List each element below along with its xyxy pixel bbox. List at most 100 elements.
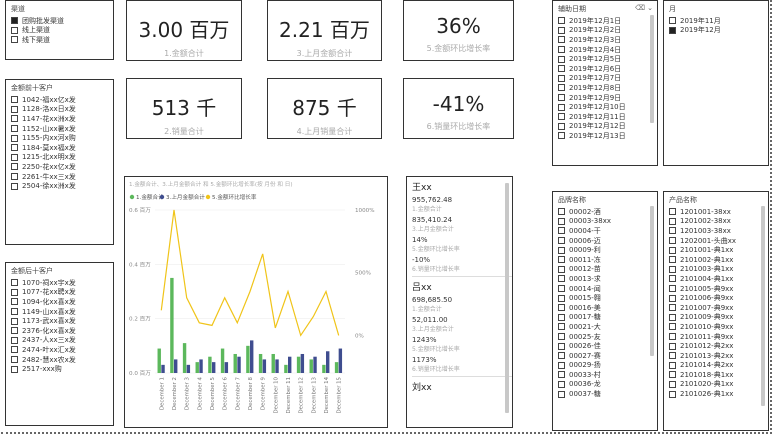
product-option[interactable]: 2101026-典1xx [669, 389, 768, 399]
month-option[interactable]: 2019年12月 [669, 26, 768, 36]
bottom10-customer-option[interactable]: 1070-祠xx宇x发 [11, 278, 113, 288]
brand-option[interactable]: 00004-干 [558, 226, 657, 236]
date-option[interactable]: 2019年12月4日 [558, 45, 657, 55]
checkbox[interactable] [669, 256, 676, 264]
top10-customer-option[interactable]: 1042-福xx亿x发 [11, 95, 113, 105]
checkbox[interactable] [669, 227, 676, 235]
brand-option[interactable]: 00025-友 [558, 332, 657, 342]
date-slicer-scrollbar[interactable] [650, 15, 654, 123]
checkbox[interactable] [558, 17, 565, 25]
checkbox[interactable] [558, 227, 565, 235]
kpi-card-volume-growth[interactable]: -41% 6.销量环比增长率 [403, 78, 514, 139]
clear-selection-icon[interactable]: ⌫ ⌄ [635, 4, 653, 14]
product-option[interactable]: 2101011-典9xx [669, 332, 768, 342]
brand-option[interactable]: 00013-求 [558, 274, 657, 284]
checkbox[interactable] [669, 390, 676, 398]
checkbox[interactable] [558, 46, 565, 54]
bottom10-customer-option[interactable]: 2376-化xx喜x发 [11, 326, 113, 336]
checkbox[interactable] [558, 36, 565, 44]
checkbox[interactable] [669, 265, 676, 273]
checkbox[interactable] [669, 380, 676, 388]
date-option[interactable]: 2019年12月8日 [558, 83, 657, 93]
checkbox[interactable] [558, 217, 565, 225]
top10-customer-option[interactable]: 2261-牛xx三x发 [11, 172, 113, 182]
channel-option[interactable]: 线下渠道 [11, 35, 113, 45]
checkbox[interactable] [11, 105, 18, 113]
checkbox[interactable] [558, 275, 565, 283]
checkbox[interactable] [558, 304, 565, 312]
checkbox[interactable] [669, 323, 676, 331]
month-option[interactable]: 2019年11月 [669, 16, 768, 26]
checkbox[interactable] [669, 208, 676, 216]
checkbox[interactable] [669, 275, 676, 283]
brand-option[interactable]: 00014-闻 [558, 284, 657, 294]
checkbox[interactable] [669, 313, 676, 321]
checkbox[interactable] [669, 371, 676, 379]
checkbox[interactable] [11, 298, 18, 306]
channel-option[interactable]: 线上渠道 [11, 26, 113, 36]
checkbox[interactable] [11, 96, 18, 104]
checkbox[interactable] [558, 256, 565, 264]
bottom10-customer-option[interactable]: 1149-山xx喜x发 [11, 307, 113, 317]
combo-chart[interactable]: 1.金额合计、3.上月金额合计 和 5.金额环比增长率(按 月份 和 日)1.金… [125, 177, 387, 427]
checkbox[interactable] [558, 352, 565, 360]
checkbox[interactable] [558, 265, 565, 273]
checkbox[interactable] [558, 113, 565, 121]
brand-option[interactable]: 00021-大 [558, 322, 657, 332]
checkbox[interactable] [11, 144, 18, 152]
brand-slicer-scrollbar[interactable] [650, 206, 654, 356]
brand-option[interactable]: 00026-佳 [558, 341, 657, 351]
product-option[interactable]: 2101013-典2xx [669, 351, 768, 361]
brand-option[interactable]: 00006-迈 [558, 236, 657, 246]
channel-option[interactable]: 团购批发渠道 [11, 16, 113, 26]
product-option[interactable]: 1201003-38xx [669, 226, 768, 236]
brand-option[interactable]: 00012-苗 [558, 265, 657, 275]
product-option[interactable]: 2101004-典1xx [669, 274, 768, 284]
bottom10-customer-option[interactable]: 2482-慧xx农x发 [11, 355, 113, 365]
checkbox[interactable] [669, 285, 676, 293]
bottom10-customer-option[interactable]: 2474-叶xx汇x发 [11, 345, 113, 355]
product-option[interactable]: 2101001-典1xx [669, 245, 768, 255]
checkbox[interactable] [558, 294, 565, 302]
matrix-group-header[interactable]: 刘xx [412, 376, 512, 393]
product-option[interactable]: 2101020-典1xx [669, 380, 768, 390]
checkbox[interactable] [558, 122, 565, 130]
product-option[interactable]: 2101005-典9xx [669, 284, 768, 294]
product-option[interactable]: 2101012-典2xx [669, 341, 768, 351]
kpi-card-amount-growth[interactable]: 36% 5.金额环比增长率 [403, 0, 514, 61]
checkbox[interactable] [11, 317, 18, 325]
checkbox[interactable] [558, 84, 565, 92]
checkbox[interactable] [11, 134, 18, 142]
checkbox[interactable] [669, 342, 676, 350]
checkbox[interactable] [669, 217, 676, 225]
bottom10-customer-option[interactable]: 1173-武xx喜x发 [11, 316, 113, 326]
checkbox[interactable] [558, 246, 565, 254]
date-option[interactable]: 2019年12月10日 [558, 102, 657, 112]
checkbox[interactable] [669, 294, 676, 302]
date-option[interactable]: 2019年12月9日 [558, 93, 657, 103]
checkbox[interactable] [558, 380, 565, 388]
checkbox[interactable] [669, 333, 676, 341]
bottom10-customer-option[interactable]: 1094-化xx喜x发 [11, 297, 113, 307]
checkbox[interactable] [669, 352, 676, 360]
checkbox[interactable] [669, 237, 676, 245]
date-option[interactable]: 2019年12月1日 [558, 16, 657, 26]
brand-option[interactable]: 00003-38xx [558, 217, 657, 227]
product-option[interactable]: 2101002-典1xx [669, 255, 768, 265]
checkbox[interactable] [558, 74, 565, 82]
product-option[interactable]: 1201001-38xx [669, 207, 768, 217]
brand-option[interactable]: 00017-糖 [558, 313, 657, 323]
matrix-scrollbar[interactable] [505, 183, 509, 413]
product-option[interactable]: 2101007-典9xx [669, 303, 768, 313]
product-option[interactable]: 2101018-典1xx [669, 370, 768, 380]
top10-customer-option[interactable]: 1152-山xx暑x发 [11, 124, 113, 134]
checkbox[interactable] [558, 65, 565, 73]
checkbox[interactable] [558, 26, 565, 34]
kpi-card-volume[interactable]: 513 千 2.销量合计 [126, 78, 242, 139]
brand-option[interactable]: 00015-翱 [558, 293, 657, 303]
checkbox[interactable] [558, 342, 565, 350]
checkbox[interactable] [558, 371, 565, 379]
kpi-card-last-month-volume[interactable]: 875 千 4.上月销量合计 [267, 78, 382, 139]
matrix-group-header[interactable]: 王xx [412, 180, 512, 193]
checkbox[interactable] [669, 361, 676, 369]
